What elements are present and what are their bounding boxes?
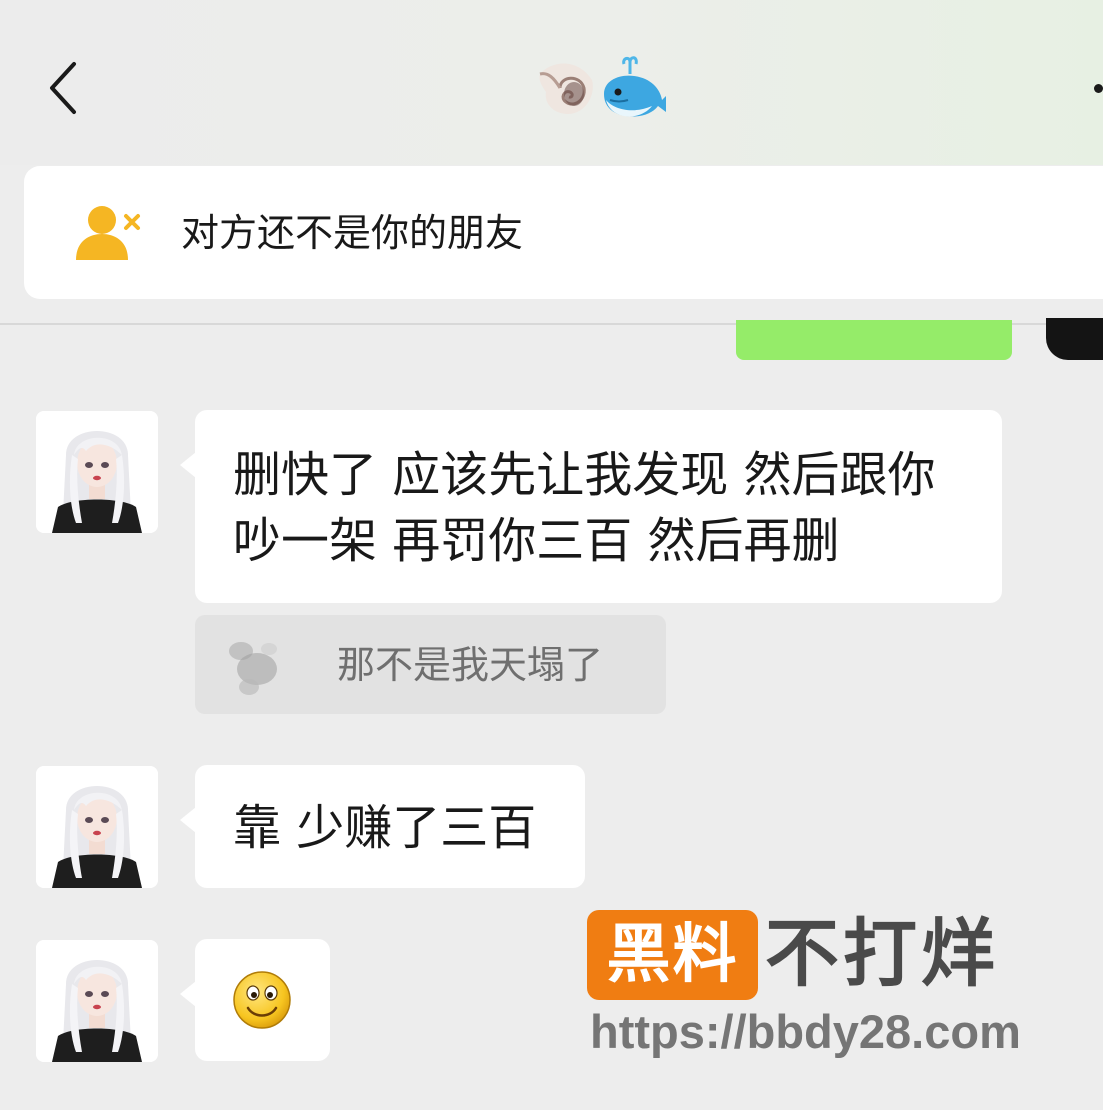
- message-text-line: 删快了 应该先让我发现 然后跟你: [233, 447, 936, 503]
- message-text-line: 靠 少赚了三百: [233, 800, 537, 856]
- spiral-shell-icon: [534, 54, 598, 122]
- chat-header: [0, 0, 1103, 165]
- user-removed-icon: [74, 202, 144, 266]
- watermark-brand-a: 黑料: [606, 918, 739, 992]
- message-bubble[interactable]: [180, 939, 330, 1061]
- not-friend-text: 对方还不是你的朋友: [181, 211, 524, 255]
- chevron-left-icon: [50, 62, 76, 114]
- back-button[interactable]: [44, 58, 88, 118]
- watermark-brand-badge: 黑料: [587, 910, 758, 1000]
- blurred-quote-avatar: [213, 629, 303, 705]
- not-friend-banner[interactable]: 对方还不是你的朋友: [24, 166, 1103, 299]
- message-bubble[interactable]: 删快了 应该先让我发现 然后跟你 吵一架 再罚你三百 然后再删: [180, 410, 1002, 603]
- spouting-whale-icon: [600, 56, 668, 124]
- watermark-url: https://bbdy28.com: [590, 1005, 1021, 1058]
- smiley-face-icon: [233, 971, 291, 1029]
- watermark-brand-b: 不打烊: [765, 911, 999, 997]
- contact-avatar[interactable]: [36, 766, 158, 888]
- self-avatar[interactable]: [1046, 318, 1103, 360]
- message-text-line: 吵一架 再罚你三百 然后再删: [233, 513, 840, 569]
- quoted-text: 那不是我天塌了: [337, 643, 604, 687]
- contact-avatar[interactable]: [36, 940, 158, 1062]
- contact-avatar[interactable]: [36, 411, 158, 533]
- more-options-button[interactable]: [1094, 84, 1103, 93]
- message-bubble[interactable]: 靠 少赚了三百: [180, 765, 585, 888]
- quoted-reply[interactable]: 那不是我天塌了: [195, 615, 666, 714]
- outgoing-message-bubble[interactable]: [736, 320, 1012, 360]
